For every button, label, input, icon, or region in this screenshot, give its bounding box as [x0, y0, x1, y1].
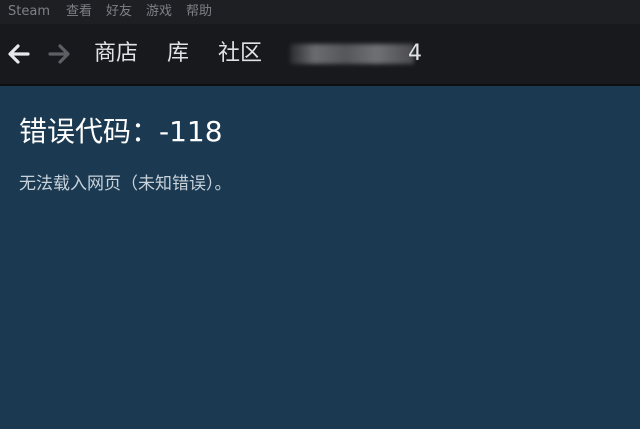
nav-library-link[interactable]: 库 — [167, 38, 189, 70]
nav-community-link[interactable]: 社区 — [218, 38, 262, 70]
steam-window: Steam 查看 好友 游戏 帮助 商店 库 社区 4 错误代码：-118 无法… — [0, 0, 640, 429]
menu-item-help[interactable]: 帮助 — [186, 0, 212, 24]
menu-item-games[interactable]: 游戏 — [146, 0, 172, 24]
username-tail-text: 4 — [408, 41, 422, 66]
menu-item-friends[interactable]: 好友 — [106, 0, 132, 24]
nav-store-link[interactable]: 商店 — [94, 38, 138, 70]
menu-item-view[interactable]: 查看 — [66, 0, 92, 24]
username-redacted — [290, 44, 414, 64]
back-button[interactable] — [6, 41, 32, 67]
arrow-right-icon — [48, 44, 70, 64]
navigation-bar: 商店 库 社区 4 — [0, 24, 640, 86]
content-area: 错误代码：-118 无法载入网页（未知错误）。 — [0, 86, 640, 429]
error-message: 无法载入网页（未知错误）。 — [19, 174, 232, 194]
nav-username-link[interactable]: 4 — [290, 38, 422, 70]
forward-button[interactable] — [46, 41, 72, 67]
error-code-title: 错误代码：-118 — [19, 115, 223, 148]
menu-item-steam[interactable]: Steam — [8, 0, 50, 24]
arrow-left-icon — [8, 44, 30, 64]
menu-bar: Steam 查看 好友 游戏 帮助 — [0, 0, 640, 24]
